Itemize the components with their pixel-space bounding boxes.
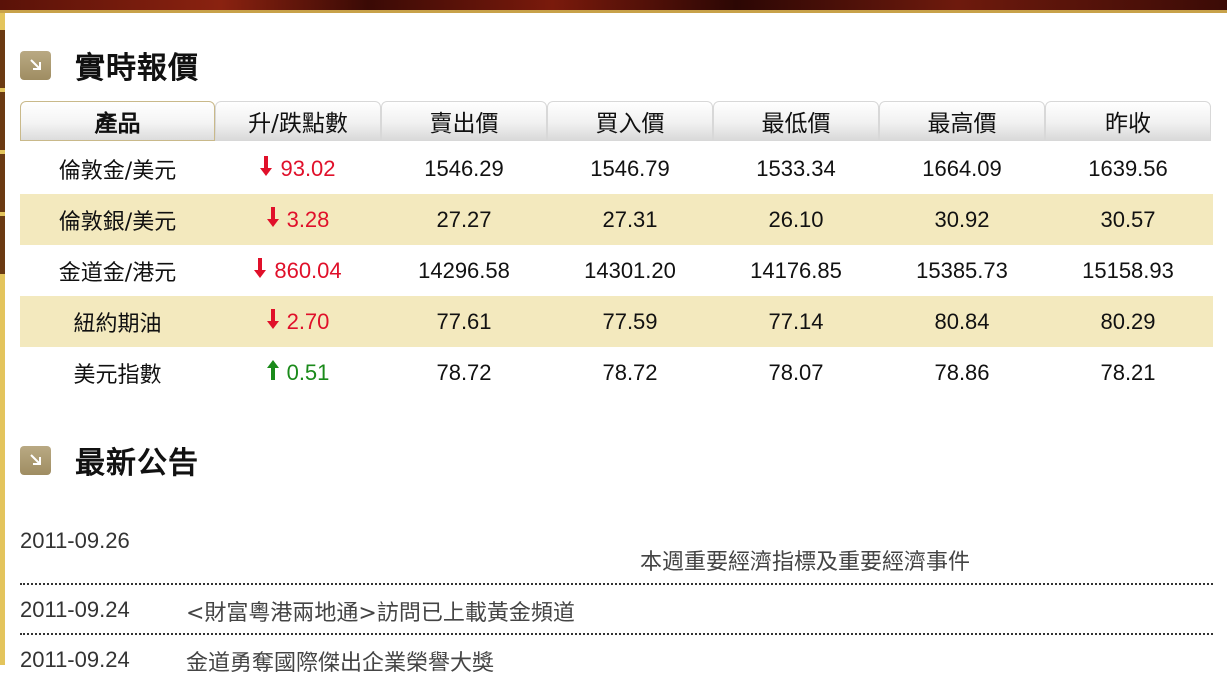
quotes-section-header: 實時報價 (20, 45, 199, 86)
low-price: 26.10 (768, 206, 824, 232)
product-name: 紐約期油 (73, 311, 162, 337)
left-rail-tab (0, 92, 5, 150)
prev-price: 80.29 (1100, 308, 1156, 334)
change-value: 860.04 (274, 257, 342, 283)
change-cell: 93.02 (215, 155, 381, 182)
prev-price: 1639.56 (1088, 155, 1168, 181)
product-name: 倫敦銀/美元 (58, 209, 177, 235)
low-price: 78.07 (768, 359, 824, 385)
news-section-header: 最新公告 (20, 440, 199, 481)
change-cell: 2.70 (215, 308, 381, 335)
change-cell: 0.51 (215, 359, 381, 386)
arrow-down-icon (266, 308, 279, 335)
sell-price: 77.61 (436, 308, 492, 334)
product-name: 美元指數 (73, 362, 162, 388)
change-value: 0.51 (286, 359, 330, 385)
low-price: 1533.34 (756, 155, 836, 181)
high-price: 80.84 (934, 308, 990, 334)
product-name: 倫敦金/美元 (58, 158, 177, 184)
high-price: 1664.09 (922, 155, 1002, 181)
change-cell: 860.04 (215, 257, 381, 284)
table-row: 紐約期油 2.70 77.61 77.59 77.14 80.84 80.29 (20, 296, 1213, 347)
low-price: 14176.85 (750, 257, 842, 283)
high-price: 15385.73 (916, 257, 1008, 283)
sell-price: 14296.58 (418, 257, 510, 283)
product-name: 金道金/港元 (58, 260, 177, 286)
arrow-down-right-icon (20, 445, 51, 475)
header-change[interactable]: 升/跌點數 (215, 101, 381, 141)
sell-price: 1546.29 (424, 155, 504, 181)
high-price: 78.86 (934, 359, 990, 385)
low-price: 77.14 (768, 308, 824, 334)
table-row: 倫敦銀/美元 3.28 27.27 27.31 26.10 30.92 30.57 (20, 194, 1213, 245)
left-rail-tab (0, 154, 5, 212)
buy-price: 77.59 (602, 308, 658, 334)
prev-price: 30.57 (1100, 206, 1156, 232)
news-date: 2011-09.26 (20, 528, 130, 553)
buy-price: 14301.20 (584, 257, 676, 283)
arrow-down-icon (266, 206, 279, 233)
header-buy[interactable]: 買入價 (547, 101, 713, 141)
arrow-up-icon (266, 359, 279, 386)
buy-price: 1546.79 (590, 155, 670, 181)
news-date: 2011-09.24 (20, 597, 130, 622)
arrow-down-right-icon (20, 50, 51, 80)
header-high[interactable]: 最高價 (879, 101, 1045, 141)
table-row: 美元指數 0.51 78.72 78.72 78.07 78.86 78.21 (20, 347, 1213, 398)
quotes-section-title: 實時報價 (75, 51, 199, 86)
news-title-link[interactable]: 本週重要經濟指標及重要經濟事件 (640, 544, 970, 576)
quotes-table-body: 倫敦金/美元 93.02 1546.29 1546.79 1533.34 1664.09 1… (20, 143, 1213, 398)
news-date: 2011-09.24 (20, 647, 130, 672)
buy-price: 78.72 (602, 359, 658, 385)
change-value: 3.28 (286, 206, 330, 232)
left-rail-tab (0, 30, 5, 88)
table-row: 金道金/港元 860.04 14296.58 14301.20 14176.85 1538… (20, 245, 1213, 296)
left-rail-tab (0, 216, 5, 274)
change-value: 93.02 (280, 155, 336, 181)
header-product[interactable]: 產品 (20, 101, 215, 141)
table-row: 倫敦金/美元 93.02 1546.29 1546.79 1533.34 1664.09 1… (20, 143, 1213, 194)
news-section-title: 最新公告 (75, 446, 199, 481)
prev-price: 78.21 (1100, 359, 1156, 385)
news-title-link[interactable]: <財富粵港兩地通>訪問已上載黃金頻道 (186, 595, 575, 627)
news-item[interactable]: 2011-09.26 本週重要經濟指標及重要經濟事件 (20, 520, 1213, 585)
arrow-down-icon (254, 257, 267, 284)
change-value: 2.70 (286, 308, 330, 334)
quotes-table-header: 產品 升/跌點數 賣出價 買入價 最低價 最高價 昨收 (20, 101, 1213, 143)
arrow-down-icon (260, 155, 273, 182)
news-item[interactable]: 2011-09.24 <財富粵港兩地通>訪問已上載黃金頻道 (20, 585, 1213, 635)
prev-price: 15158.93 (1082, 257, 1174, 283)
news-title-link[interactable]: 金道勇奪國際傑出企業榮譽大獎 (186, 645, 494, 677)
news-list: 2011-09.26 本週重要經濟指標及重要經濟事件 2011-09.24 <財… (20, 520, 1213, 677)
header-prev-close[interactable]: 昨收 (1045, 101, 1211, 141)
header-sell[interactable]: 賣出價 (381, 101, 547, 141)
quotes-table: 產品 升/跌點數 賣出價 買入價 最低價 最高價 昨收 倫敦金/美元 93.02 1… (20, 101, 1213, 398)
buy-price: 27.31 (602, 206, 658, 232)
high-price: 30.92 (934, 206, 990, 232)
header-low[interactable]: 最低價 (713, 101, 879, 141)
top-banner (0, 0, 1227, 13)
news-item[interactable]: 2011-09.24 金道勇奪國際傑出企業榮譽大獎 (20, 635, 1213, 677)
change-cell: 3.28 (215, 206, 381, 233)
sell-price: 78.72 (436, 359, 492, 385)
sell-price: 27.27 (436, 206, 492, 232)
